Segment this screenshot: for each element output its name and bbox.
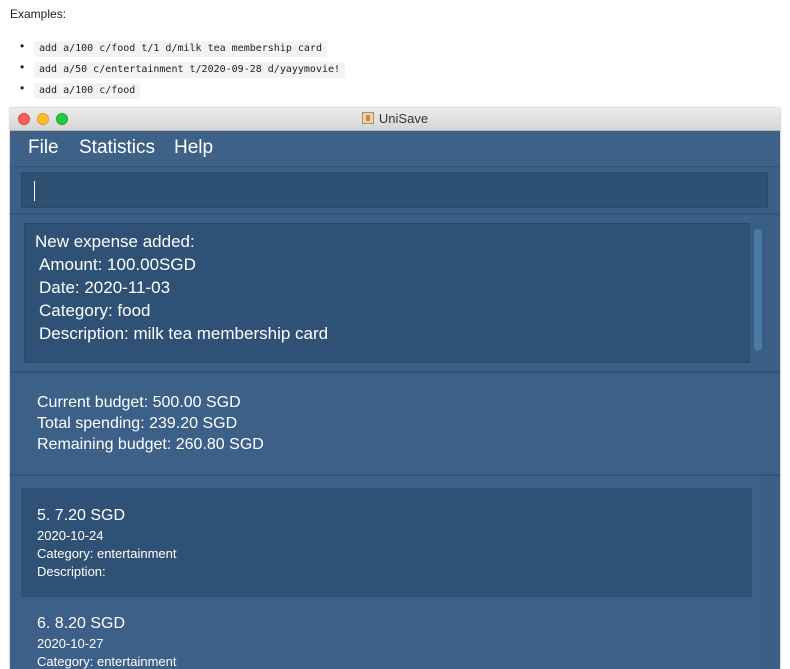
title-bar[interactable]: UniSave: [10, 108, 780, 131]
expense-list-scrollbar[interactable]: [755, 476, 780, 669]
total-spending: Total spending: 239.20 SGD: [37, 415, 238, 432]
current-budget: Current budget: 500.00 SGD: [37, 394, 241, 411]
command-input[interactable]: [21, 172, 768, 208]
expense-title: 5. 7.20 SGD: [37, 507, 126, 524]
app-window: UniSave File Statistics Help New expense…: [10, 108, 780, 669]
menu-statistics[interactable]: Statistics: [79, 137, 155, 159]
window-title: UniSave: [378, 111, 429, 126]
expense-title: 6. 8.20 SGD: [37, 615, 126, 632]
expense-card[interactable]: 6. 8.20 SGD 2020-10-27 Category: enterta…: [21, 597, 752, 669]
menu-bar: File Statistics Help: [10, 131, 780, 167]
result-description: Description: milk tea membership card: [39, 324, 329, 343]
expense-date: 2020-10-27: [37, 636, 104, 651]
result-amount: Amount: 100.00SGD: [39, 255, 196, 274]
result-scrollbar-thumb[interactable]: [754, 229, 762, 351]
menu-file[interactable]: File: [28, 137, 59, 159]
app-icon: [361, 112, 374, 124]
example-item: add a/100 c/food: [20, 80, 345, 101]
divider: [10, 213, 780, 215]
result-heading: New expense added:: [35, 232, 195, 251]
command-area: [10, 167, 780, 213]
expense-category: Category: entertainment: [37, 546, 177, 561]
menu-help[interactable]: Help: [174, 137, 213, 159]
window-title-area: UniSave: [10, 108, 780, 130]
examples-list: add a/100 c/food t/1 d/milk tea membersh…: [20, 38, 346, 101]
remaining-budget: Remaining budget: 260.80 SGD: [37, 436, 264, 453]
text-cursor: [34, 181, 35, 201]
budget-panel: Current budget: 500.00 SGD Total spendin…: [10, 374, 780, 474]
expense-category: Category: entertainment: [37, 654, 177, 669]
example-code: add a/100 c/food: [34, 83, 141, 99]
example-item: add a/100 c/food t/1 d/milk tea membersh…: [20, 38, 345, 59]
example-code: add a/50 c/entertainment t/2020-09-28 d/…: [34, 62, 346, 78]
result-date: Date: 2020-11-03: [39, 278, 171, 297]
example-code: add a/100 c/food t/1 d/milk tea membersh…: [34, 41, 327, 57]
documentation-section: Examples: add a/100 c/food t/1 d/milk te…: [0, 0, 790, 106]
expense-description: Description:: [37, 564, 106, 579]
result-display: New expense added: Amount: 100.00SGD Dat…: [24, 223, 750, 363]
result-category: Category: food: [39, 301, 151, 320]
divider: [10, 371, 780, 373]
expense-date: 2020-10-24: [37, 528, 104, 543]
expense-card[interactable]: 5. 7.20 SGD 2020-10-24 Category: enterta…: [21, 488, 752, 597]
expense-list: 5. 7.20 SGD 2020-10-24 Category: enterta…: [10, 476, 780, 669]
example-item: add a/50 c/entertainment t/2020-09-28 d/…: [20, 59, 346, 80]
examples-heading: Examples:: [10, 7, 67, 21]
